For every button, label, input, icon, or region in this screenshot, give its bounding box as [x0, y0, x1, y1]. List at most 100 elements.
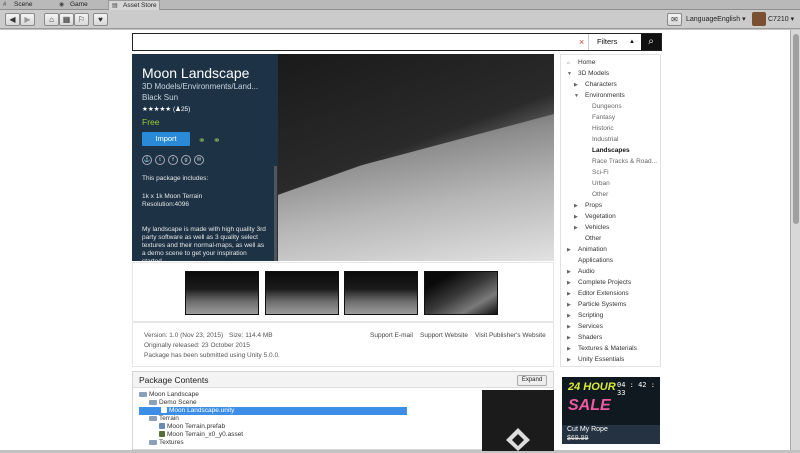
notification-button[interactable]: ✉ [667, 13, 682, 26]
thumbnail[interactable] [424, 271, 498, 315]
home-icon: ⌂ [49, 15, 54, 24]
publisher-link[interactable]: Black Sun [142, 93, 268, 102]
expand-button[interactable]: Expand [517, 375, 547, 386]
home-button[interactable]: ⌂ [44, 13, 59, 26]
facebook-icon[interactable]: f [168, 155, 178, 165]
tree-item[interactable]: Demo Scene [149, 399, 197, 407]
product-info-panel: Moon Landscape 3D Models/Environments/La… [132, 54, 278, 261]
chevron-right-icon: ▶ [574, 214, 578, 220]
sidebar-item-applications[interactable]: Applications [578, 257, 613, 264]
forward-button[interactable]: ▶ [20, 13, 35, 26]
terrain-asset-icon [159, 431, 165, 438]
sidebar-item-race-tracks[interactable]: Race Tracks & Road... [592, 158, 657, 165]
back-button[interactable]: ◀ [5, 13, 20, 26]
sale-countdown: 04 : 42 : 33 [617, 381, 655, 397]
support-email-link[interactable]: Support E-mail [370, 332, 413, 339]
back-icon: ◀ [9, 15, 16, 24]
clear-search-icon[interactable]: × [579, 37, 584, 48]
sidebar-item-characters[interactable]: Characters [585, 81, 617, 88]
chevron-down-icon: ▼ [567, 71, 572, 77]
sidebar-item-dungeons[interactable]: Dungeons [592, 103, 622, 110]
description-scrollbar[interactable] [274, 166, 277, 261]
anchor-share-icon[interactable]: ⚓ [142, 155, 152, 165]
chevron-down-icon: ▼ [574, 93, 579, 99]
sidebar-item-3d-models[interactable]: 3D Models [578, 70, 609, 77]
product-category-link[interactable]: 3D Models/Environments/Land... [142, 82, 268, 91]
thumbnail[interactable] [344, 271, 418, 315]
sidebar-item-vegetation[interactable]: Vegetation [585, 213, 616, 220]
sale-product-price: $69.99 [567, 435, 589, 442]
support-website-link[interactable]: Support Website [420, 332, 468, 339]
sidebar-item-audio[interactable]: Audio [578, 268, 595, 275]
folder-icon [149, 415, 157, 421]
twitter-icon[interactable]: t [155, 155, 165, 165]
search-input[interactable] [137, 36, 567, 48]
sidebar-item-fantasy[interactable]: Fantasy [592, 114, 615, 121]
sidebar-item-vehicles[interactable]: Vehicles [585, 224, 609, 231]
sidebar-item-services[interactable]: Services [578, 323, 603, 330]
scrollbar-thumb[interactable] [793, 34, 799, 224]
product-price: Free [142, 117, 160, 127]
tab-scene[interactable]: # Scene [0, 0, 56, 10]
page-scrollbar[interactable] [790, 30, 800, 450]
email-share-icon[interactable]: ✉ [194, 155, 204, 165]
sidebar-item-industrial[interactable]: Industrial [592, 136, 618, 143]
sidebar-item-env-other[interactable]: Other [592, 191, 608, 198]
google-plus-icon[interactable]: g [181, 155, 191, 165]
sidebar-item-unity-essentials[interactable]: Unity Essentials [578, 356, 624, 363]
tree-item[interactable]: Moon Terrain.prefab [159, 423, 225, 431]
sidebar-item-models-other[interactable]: Other [585, 235, 601, 242]
share-link-icon[interactable]: ⚭ [213, 135, 224, 146]
category-sidebar: ⌂ Home ▼ 3D Models ▶ Characters ▼ Enviro… [560, 54, 661, 367]
tree-item[interactable]: Textures [149, 439, 184, 447]
language-select[interactable]: LanguageEnglish ▾ [686, 15, 746, 23]
sale-banner[interactable]: 24 HOUR 04 : 42 : 33 SALE Cut My Rope $6… [562, 377, 660, 444]
sidebar-item-home[interactable]: Home [578, 59, 595, 66]
sale-product-name: Cut My Rope [567, 426, 608, 433]
tab-game[interactable]: ◉ Game [56, 0, 110, 10]
folder-icon [139, 391, 147, 397]
sidebar-item-scripting[interactable]: Scripting [578, 312, 603, 319]
sidebar-item-environments[interactable]: Environments [585, 92, 625, 99]
filters-dropdown[interactable]: Filters ▲ [588, 34, 642, 50]
sidebar-item-editor-extensions[interactable]: Editor Extensions [578, 290, 629, 297]
import-button[interactable]: Import [142, 132, 190, 146]
sidebar-item-shaders[interactable]: Shaders [578, 334, 602, 341]
tree-item[interactable]: Terrain [149, 415, 179, 423]
screenshot-thumbnails [132, 262, 554, 322]
rating-count: (♟25) [172, 106, 191, 113]
tree-item[interactable]: Moon Terrain_x0_y0.asset [159, 431, 243, 439]
tree-item[interactable]: Moon Landscape [139, 391, 199, 399]
includes-heading: This package includes: [142, 175, 209, 182]
tree-item-selected[interactable]: Moon Landscape.unity [139, 407, 407, 415]
rating[interactable]: ★★★★★ (♟25) [142, 105, 268, 113]
account-menu[interactable]: C7210 ▾ [768, 15, 794, 23]
product-hero: Moon Landscape 3D Models/Environments/La… [132, 54, 554, 261]
chevron-right-icon: ▶ [567, 313, 571, 319]
thumbnail[interactable] [185, 271, 259, 315]
avatar[interactable] [752, 12, 766, 26]
sidebar-item-complete-projects[interactable]: Complete Projects [578, 279, 631, 286]
sidebar-item-landscapes[interactable]: Landscapes [592, 147, 630, 154]
sidebar-item-props[interactable]: Props [585, 202, 602, 209]
publisher-website-link[interactable]: Visit Publisher's Website [475, 332, 546, 339]
search-button[interactable]: ⌕ [641, 34, 661, 50]
chevron-right-icon: ▶ [567, 346, 571, 352]
sidebar-item-textures-materials[interactable]: Textures & Materials [578, 345, 637, 352]
wishlist-button[interactable]: ♥ [93, 13, 108, 26]
search-bar: × Filters ▲ ⌕ [132, 33, 662, 51]
rating-stars: ★★★★★ [142, 106, 172, 113]
copy-link-icon[interactable]: ⚭ [198, 135, 209, 146]
sidebar-item-animation[interactable]: Animation [578, 246, 607, 253]
chevron-right-icon: ▶ [567, 269, 571, 275]
thumbnail[interactable] [265, 271, 339, 315]
sidebar-item-historic[interactable]: Historic [592, 125, 614, 132]
sidebar-item-sci-fi[interactable]: Sci-Fi [592, 169, 609, 176]
size-text: Size: 114.4 MB [229, 332, 273, 339]
chevron-down-icon: ▾ [790, 16, 795, 23]
cart-button[interactable]: ⚐ [74, 13, 89, 26]
sidebar-item-particle-systems[interactable]: Particle Systems [578, 301, 626, 308]
sidebar-item-urban[interactable]: Urban [592, 180, 610, 187]
asset-preview [482, 390, 554, 451]
category-button[interactable]: ▦ [59, 13, 74, 26]
